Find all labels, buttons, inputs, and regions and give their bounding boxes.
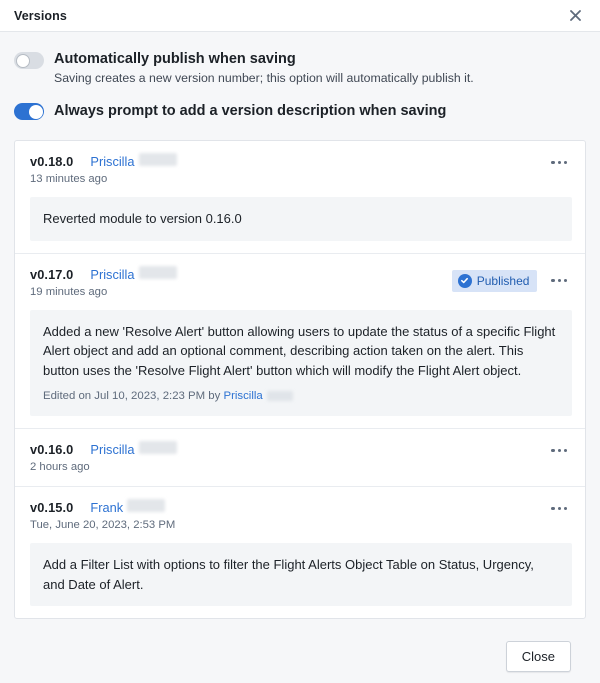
page-title: Versions [14, 8, 67, 23]
version-edited-author[interactable]: Priscilla [223, 390, 262, 402]
version-entry: v0.15.0 Frank Tue, June 20, 2023, 2:53 P… [15, 487, 585, 618]
version-timestamp: Tue, June 20, 2023, 2:53 PM [30, 519, 176, 531]
version-description: Add a Filter List with options to filter… [30, 543, 572, 606]
setting-row-auto-publish: Automatically publish when saving Saving… [14, 32, 586, 87]
dot-icon [563, 449, 567, 453]
dialog-footer: Close [14, 619, 586, 672]
version-author[interactable]: Frank [90, 500, 123, 515]
version-number: v0.16.0 [30, 442, 74, 457]
dialog-header: Versions [0, 0, 600, 32]
version-edited-note: Edited on Jul 10, 2023, 2:23 PM by Prisc… [43, 389, 559, 404]
close-button[interactable]: Close [505, 641, 571, 672]
setting-description-auto-publish: Saving creates a new version number; thi… [54, 71, 474, 85]
version-description-block: Added a new 'Resolve Alert' button allow… [30, 309, 572, 416]
dot-icon [557, 278, 561, 283]
version-timestamp: 2 hours ago [30, 461, 90, 473]
redacted-surname [266, 390, 293, 401]
version-number: v0.18.0 [30, 154, 74, 169]
dot-icon [557, 449, 561, 453]
version-timestamp: 19 minutes ago [30, 285, 108, 298]
dot-icon [563, 278, 567, 283]
version-entry: v0.17.0 Priscilla 19 minutes ago Publish [15, 254, 585, 429]
dot-icon [557, 161, 561, 165]
redacted-surname [138, 441, 177, 454]
dot-icon [551, 507, 555, 511]
redacted-surname [138, 153, 177, 166]
toggle-knob [15, 53, 30, 68]
version-timestamp: 13 minutes ago [30, 173, 108, 185]
toggle-prompt-description[interactable] [14, 103, 44, 120]
toggle-knob [28, 104, 43, 119]
redacted-surname [138, 265, 177, 279]
version-author[interactable]: Priscilla [90, 154, 134, 169]
dot-icon [551, 278, 555, 283]
version-description: Reverted module to version 0.16.0 [30, 197, 572, 241]
version-number: v0.17.0 [30, 266, 74, 282]
dialog-body: Automatically publish when saving Saving… [0, 32, 600, 672]
setting-row-prompt-description: Always prompt to add a version descripti… [14, 87, 586, 120]
check-circle-icon [457, 273, 472, 288]
redacted-surname [127, 499, 166, 512]
version-author[interactable]: Priscilla [90, 267, 134, 282]
close-icon[interactable] [565, 6, 585, 26]
version-entry: v0.18.0 Priscilla 13 minutes ago Reverte… [15, 141, 585, 254]
version-menu-button[interactable] [546, 503, 572, 514]
version-entry: v0.16.0 Priscilla 2 hours ago [15, 429, 585, 487]
dot-icon [557, 507, 561, 511]
dot-icon [563, 161, 567, 165]
versions-list: v0.18.0 Priscilla 13 minutes ago Reverte… [14, 140, 586, 619]
setting-label-auto-publish: Automatically publish when saving [54, 51, 296, 67]
version-edited-prefix: Edited on Jul 10, 2023, 2:23 PM by [43, 390, 224, 402]
dot-icon [551, 161, 555, 165]
version-author[interactable]: Priscilla [90, 442, 134, 457]
status-badge: Published [451, 269, 538, 292]
dot-icon [563, 507, 567, 511]
toggle-auto-publish[interactable] [14, 52, 44, 69]
version-menu-button[interactable] [546, 445, 572, 456]
setting-label-prompt-description: Always prompt to add a version descripti… [54, 102, 447, 119]
dot-icon [551, 449, 555, 453]
version-number: v0.15.0 [30, 500, 74, 515]
version-menu-button[interactable] [546, 157, 572, 168]
status-badge-label: Published [476, 273, 530, 288]
version-description: Added a new 'Resolve Alert' button allow… [43, 323, 556, 378]
version-menu-button[interactable] [546, 275, 572, 286]
